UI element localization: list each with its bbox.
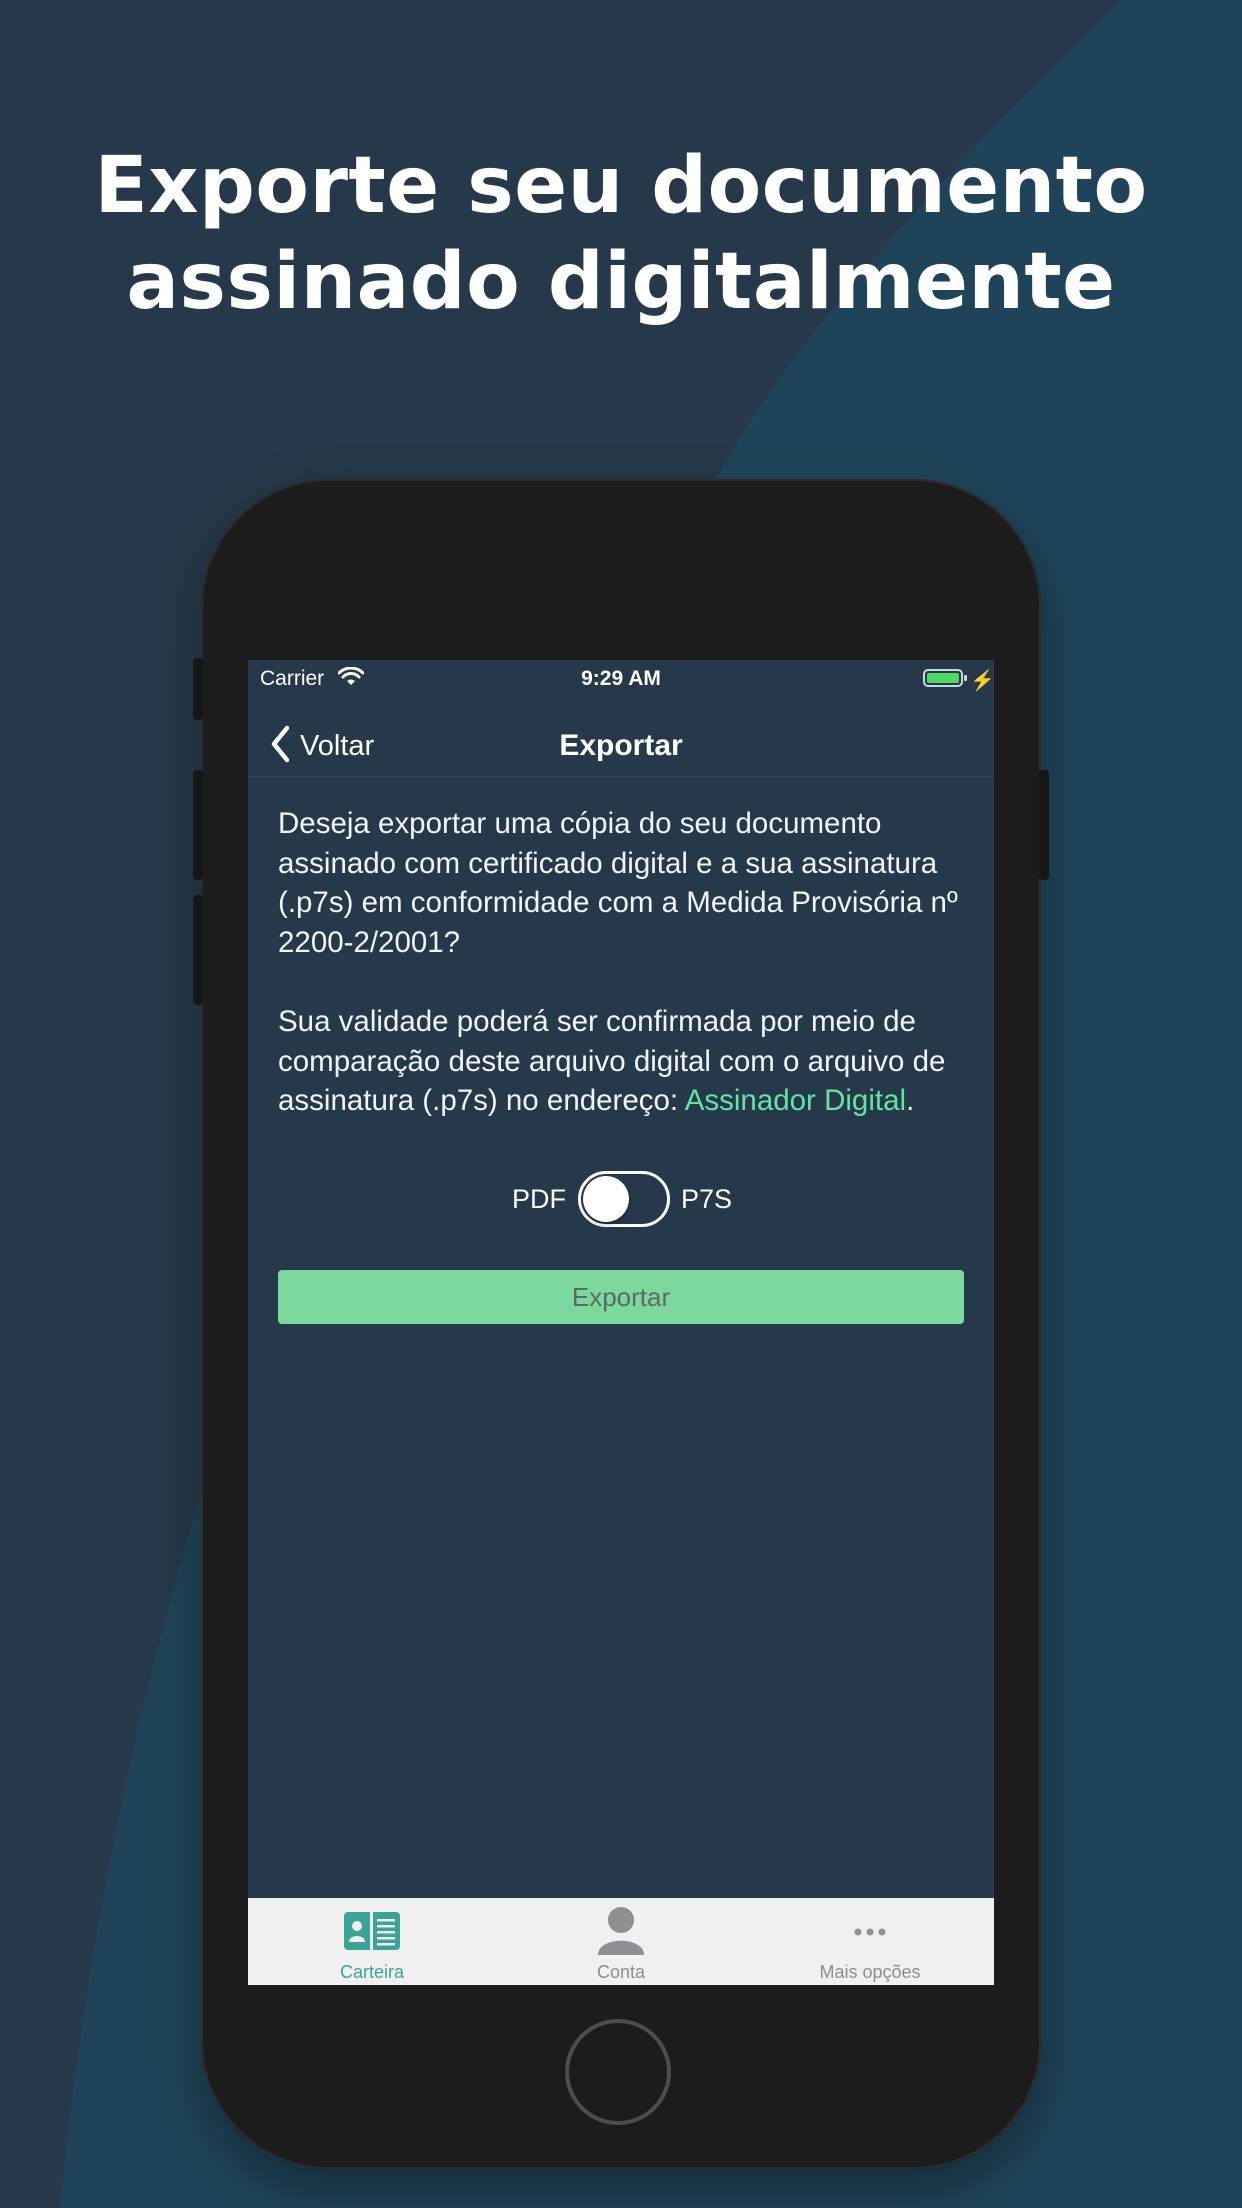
format-toggle-row: PDF P7S [248, 1171, 994, 1227]
tab-bar: Carteira Conta Mais opções [248, 1898, 994, 1985]
tab-conta-label: Conta [596, 1962, 646, 1982]
description-paragraph-2-end: . [906, 1084, 915, 1117]
export-description: Deseja exportar uma cópia do seu documen… [278, 804, 968, 1121]
description-paragraph-2: Sua validade poderá ser confirmada por m… [278, 1002, 968, 1121]
phone-volume-up-button [193, 770, 203, 880]
charging-bolt-icon: ⚡ [970, 670, 994, 692]
assinador-digital-link[interactable]: Assinador Digital [685, 1084, 906, 1117]
format-toggle-switch[interactable] [578, 1171, 670, 1227]
tab-mais-opcoes[interactable]: Mais opções [746, 1898, 994, 1985]
phone-power-button [1039, 770, 1049, 880]
format-p7s-label: P7S [681, 1184, 733, 1214]
wallet-card-icon [343, 1911, 401, 1956]
headline-line-1: Exporte seu documento [94, 141, 1148, 231]
status-time: 9:29 AM [581, 667, 661, 690]
tab-carteira-label: Carteira [339, 1962, 405, 1982]
navigation-bar: Voltar Exportar [248, 716, 994, 777]
phone-volume-down-button [193, 895, 203, 1005]
person-icon [596, 1905, 646, 1962]
page-headline: Exporte seu documento assinado digitalme… [0, 138, 1242, 330]
phone-mute-switch [193, 658, 203, 720]
tab-carteira[interactable]: Carteira [248, 1898, 496, 1985]
tab-conta[interactable]: Conta [497, 1898, 745, 1985]
format-pdf-label: PDF [512, 1184, 566, 1214]
more-dots-icon [854, 1924, 886, 1942]
description-paragraph-1: Deseja exportar uma cópia do seu documen… [278, 807, 958, 959]
export-button[interactable]: Exportar [278, 1270, 964, 1324]
battery-icon [923, 669, 967, 687]
status-bar: Carrier 9:29 AM ⚡ [248, 660, 994, 700]
toggle-knob [583, 1176, 629, 1222]
app-screen: Carrier 9:29 AM ⚡ Voltar Exportar Deseja… [248, 660, 994, 1985]
phone-home-button[interactable] [565, 2019, 671, 2125]
page-title: Exportar [559, 729, 683, 762]
headline-line-2: assinado digitalmente [126, 237, 1116, 327]
tab-mais-opcoes-label: Mais opções [819, 1962, 921, 1982]
